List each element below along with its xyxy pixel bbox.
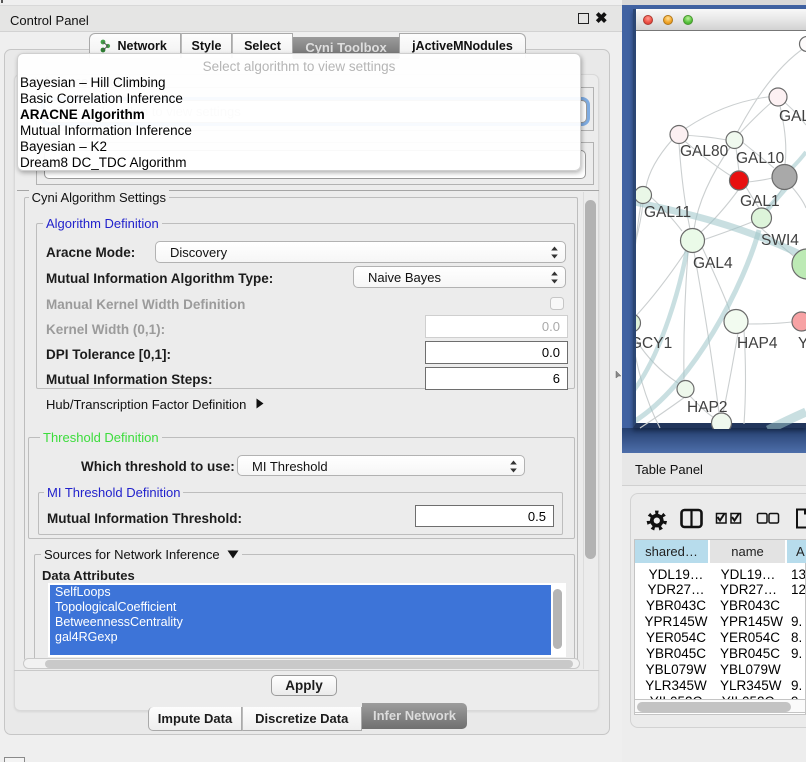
svg-text:SWI4: SWI4 (761, 232, 799, 249)
svg-text:HAP2: HAP2 (687, 399, 728, 416)
svg-text:HAP4: HAP4 (737, 335, 778, 352)
svg-text:GAL10: GAL10 (736, 150, 785, 167)
svg-text:GAL1: GAL1 (740, 193, 780, 210)
svg-text:Y: Y (798, 335, 806, 352)
svg-text:GAL: GAL (779, 108, 806, 125)
svg-text:GCY1: GCY1 (636, 335, 672, 352)
svg-text:GAL11: GAL11 (644, 204, 691, 221)
svg-text:GAL80: GAL80 (680, 143, 729, 160)
svg-text:GAL4: GAL4 (693, 255, 733, 272)
